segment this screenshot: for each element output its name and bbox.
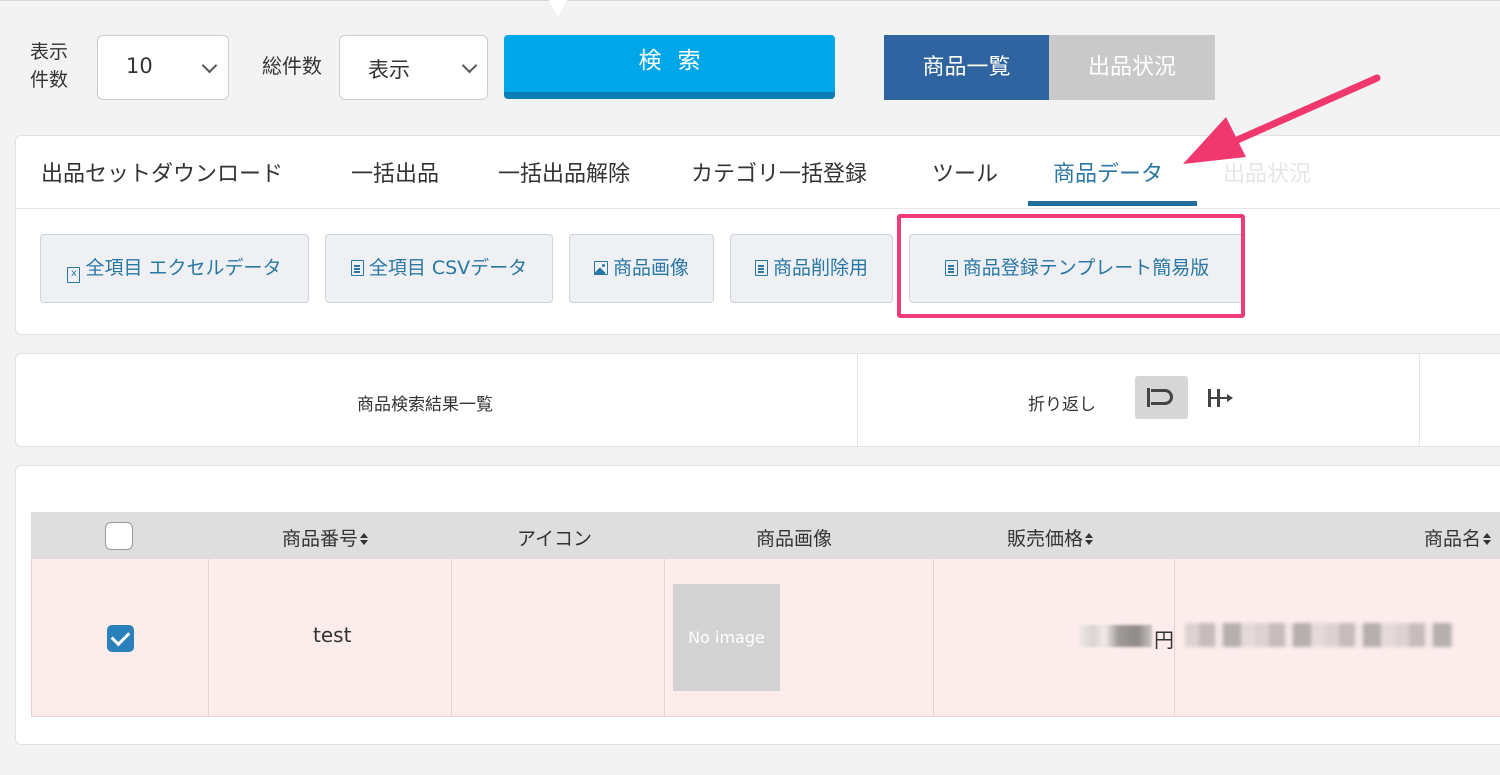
annotation-arrow [1183, 74, 1381, 164]
